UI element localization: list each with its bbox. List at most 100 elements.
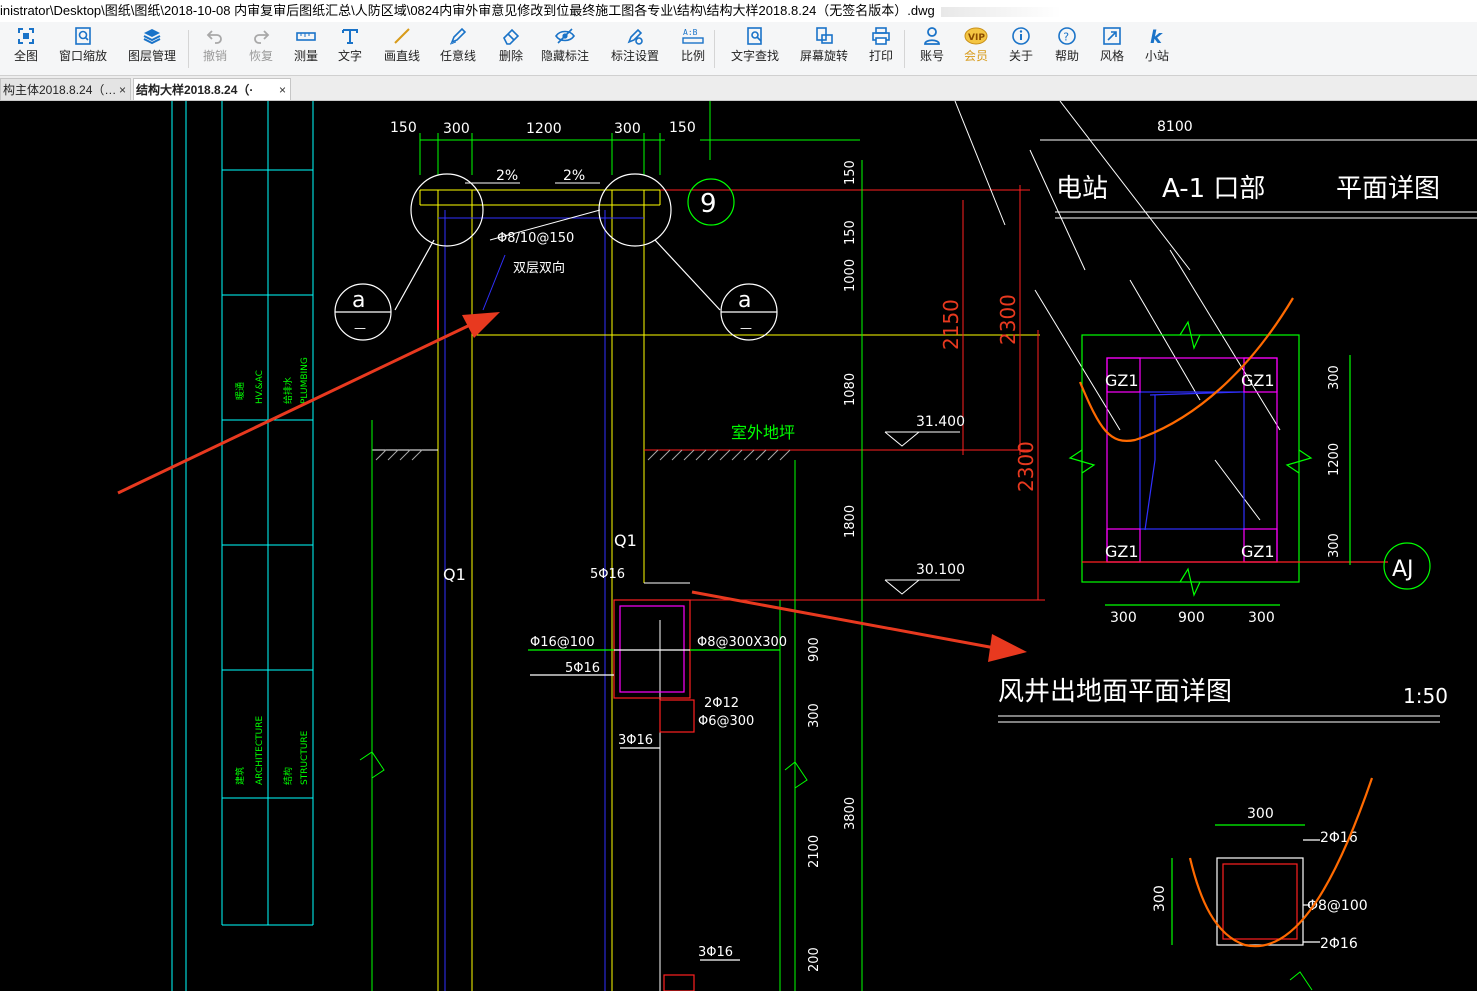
section-mark-right: a	[738, 288, 751, 313]
tab-structure-main[interactable]: 构主体2018.8.24（… ×	[0, 78, 131, 100]
dim-150-left: 150	[390, 120, 417, 136]
toolbar-button-18[interactable]: VIP 会员	[958, 26, 994, 72]
toolbar: 全图 窗口缩放 图层管理 撤销 恢复 测量 文字 画直线 任意线 删除 隐藏标注 标注设置 A:B 比例 文…	[0, 22, 1477, 76]
help-icon: ?	[1050, 26, 1084, 46]
toolbar-button-13[interactable]: A:B 比例	[676, 26, 710, 72]
rvdim-300: 300	[807, 703, 822, 728]
toolbar-button-label: 小站	[1144, 49, 1169, 63]
toolbar-button-5[interactable]: 恢复	[242, 26, 280, 72]
toolbar-button-label: 账号	[919, 49, 944, 63]
toolbar-button-16[interactable]: 打印	[864, 26, 898, 72]
label-arch-en: ARCHITECTURE	[255, 716, 265, 785]
toolbar-button-17[interactable]: 账号	[914, 26, 950, 72]
toolbar-button-10[interactable]: 删除	[492, 26, 530, 72]
k-station-icon: k	[1140, 26, 1174, 46]
beam-2phi12: 2Φ12	[704, 696, 739, 711]
col-rebar-bottom: 2Φ16	[1320, 936, 1358, 952]
toolbar-button-7[interactable]: 文字	[334, 26, 366, 72]
svg-text:k: k	[1150, 27, 1163, 46]
undo-icon	[196, 26, 234, 46]
vdim-150a: 150	[843, 160, 858, 185]
dim-1200: 1200	[526, 121, 562, 137]
dim-150-right: 150	[669, 120, 696, 136]
wall-q1-left: Q1	[443, 565, 466, 584]
toolbar-button-8[interactable]: 画直线	[378, 26, 426, 72]
toolbar-button-19[interactable]: 关于	[1006, 26, 1036, 72]
beam-phi6-300: Φ6@300	[698, 714, 754, 729]
plan-hdim-300b: 300	[1248, 610, 1275, 626]
toolbar-button-label: 文字查找	[730, 49, 779, 63]
plan-title-station: 电站	[1056, 174, 1108, 204]
gz1-bottom-left: GZ1	[1105, 542, 1139, 561]
toolbar-button-label: 任意线	[439, 49, 476, 63]
printer-icon	[864, 26, 898, 46]
text-icon	[334, 26, 366, 46]
toolbar-button-label: 关于	[1008, 49, 1033, 63]
vdim-150b: 150	[843, 220, 858, 245]
toolbar-button-12[interactable]: 标注设置	[606, 26, 664, 72]
plan-vdim-300a: 300	[1327, 365, 1342, 390]
close-icon[interactable]: ×	[119, 79, 126, 100]
toolbar-button-22[interactable]: k 小站	[1140, 26, 1174, 72]
rvdim-900: 900	[807, 637, 822, 662]
label-plumbing-en: PLUMBING	[300, 357, 310, 404]
toolbar-button-label: 测量	[293, 49, 318, 63]
title-fade	[940, 6, 1061, 17]
toolbar-button-3[interactable]: 图层管理	[124, 26, 180, 72]
toolbar-button-label: 全图	[13, 49, 38, 63]
user-icon	[914, 26, 950, 46]
slope-left: 2%	[496, 168, 518, 184]
label-plumbing-cn: 给排水	[282, 377, 294, 404]
beam-5phi16-top: 5Φ16	[590, 567, 625, 582]
elev-30100: 30.100	[916, 562, 965, 578]
text-search-icon	[726, 26, 784, 46]
pen-icon	[436, 26, 480, 46]
toolbar-button-label: 隐藏标注	[540, 49, 589, 63]
toolbar-button-label: 风格	[1099, 49, 1124, 63]
label-arch-cn: 建筑	[234, 767, 246, 785]
tab-structure-detail[interactable]: 结构大样2018.8.24（· ×	[133, 78, 291, 100]
toolbar-button-11[interactable]: 隐藏标注	[538, 26, 592, 72]
section-mark-left: a	[352, 288, 365, 313]
annotation-settings-icon	[606, 26, 664, 46]
toolbar-button-2[interactable]: 窗口缩放	[56, 26, 110, 72]
toolbar-button-21[interactable]: 风格	[1095, 26, 1129, 72]
axis-aj-label: AJ	[1392, 557, 1414, 582]
beam-phi16-100: Φ16@100	[530, 635, 595, 650]
toolbar-button-label: 文字	[337, 49, 362, 63]
vip-icon: VIP	[958, 26, 994, 46]
plan-vdim-300b: 300	[1327, 533, 1342, 558]
toolbar-button-label: 窗口缩放	[58, 49, 107, 63]
toolbar-button-1[interactable]: 全图	[8, 26, 44, 72]
rvdim-2100: 2100	[807, 835, 822, 868]
toolbar-button-6[interactable]: 测量	[287, 26, 325, 72]
toolbar-button-4[interactable]: 撤销	[196, 26, 234, 72]
vdim-1080: 1080	[843, 373, 858, 406]
toolbar-button-14[interactable]: 文字查找	[726, 26, 784, 72]
vdim-1800: 1800	[843, 505, 858, 538]
vdim-1000: 1000	[843, 259, 858, 292]
drawing-canvas[interactable]: 暖通 HV.&AC 给排水 PLUMBING 建筑 ARCHITECTURE 结…	[0, 101, 1477, 991]
toolbar-button-20[interactable]: ? 帮助	[1050, 26, 1084, 72]
label-hvac-cn: 暖通	[234, 382, 246, 400]
elev-31400: 31.400	[916, 414, 965, 430]
toolbar-button-label: 标注设置	[610, 49, 659, 63]
toolbar-separator	[904, 30, 905, 68]
plan-hdim-900: 900	[1178, 610, 1205, 626]
outdoor-ground-label: 室外地坪	[731, 423, 795, 442]
toolbar-button-label: 删除	[498, 49, 523, 63]
dim-300-left: 300	[443, 121, 470, 137]
toolbar-separator	[188, 30, 189, 68]
toolbar-button-label: 比例	[680, 49, 705, 63]
close-icon[interactable]: ×	[279, 79, 286, 100]
scale-icon: A:B	[676, 26, 710, 46]
toolbar-button-label: 图层管理	[127, 49, 176, 63]
plan-dim-8100: 8100	[1157, 119, 1193, 135]
rvdim-200: 200	[807, 947, 822, 972]
dim-300-right: 300	[614, 121, 641, 137]
toolbar-button-15[interactable]: 屏幕旋转	[796, 26, 852, 72]
toolbar-button-9[interactable]: 任意线	[436, 26, 480, 72]
section-sub-right: —	[740, 321, 752, 335]
redo-icon	[242, 26, 280, 46]
beam-phi8-300x300: Φ8@300X300	[697, 635, 787, 650]
